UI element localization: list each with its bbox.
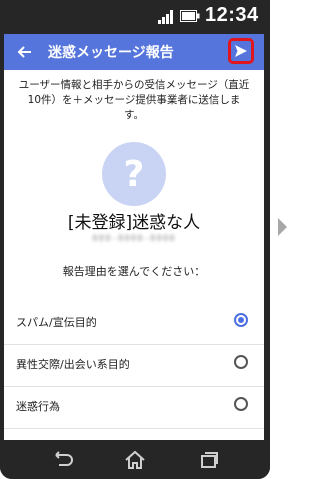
radio-button[interactable] (234, 355, 248, 369)
unknown-contact-icon: ? (123, 153, 145, 195)
app-screen: 迷惑メッセージ報告 ユーザー情報と相手からの受信メッセージ（直近10件）を＋メッ… (4, 34, 264, 440)
phone-frame: 12:34 迷惑メッセージ報告 ユーザー情報と相手からの受信メッセージ（直近10… (0, 0, 270, 479)
recent-apps-icon[interactable] (196, 449, 220, 471)
contact-name: [未登録]迷惑な人 (67, 213, 201, 233)
contact-number: 080-0000-0000 (92, 234, 176, 244)
app-bar: 迷惑メッセージ報告 (4, 34, 264, 70)
reason-prompt: 報告理由を選んでください： (62, 265, 206, 278)
option-label: 異性交際/出会い系目的 (16, 358, 130, 371)
navigation-bar (0, 440, 270, 479)
option-harassment[interactable]: 迷惑行為 (4, 387, 264, 429)
back-button[interactable] (12, 40, 36, 64)
reason-options: スパム/宣伝目的 異性交際/出会い系目的 迷惑行為 (4, 303, 264, 429)
next-step-arrow-icon (278, 218, 287, 236)
option-spam[interactable]: スパム/宣伝目的 (4, 303, 264, 345)
arrow-left-icon (17, 46, 31, 58)
send-icon (235, 45, 247, 57)
option-label: スパム/宣伝目的 (16, 316, 97, 329)
status-clock: 12:34 (205, 4, 259, 26)
option-dating[interactable]: 異性交際/出会い系目的 (4, 345, 264, 387)
home-icon[interactable] (123, 449, 147, 471)
page-title: 迷惑メッセージ報告 (48, 45, 174, 61)
battery-icon (180, 10, 200, 22)
back-icon[interactable] (50, 449, 74, 471)
radio-button-checked[interactable] (234, 313, 248, 327)
report-description: ユーザー情報と相手からの受信メッセージ（直近10件）を＋メッセージ提供事業者に送… (18, 79, 250, 121)
option-label: 迷惑行為 (16, 400, 60, 413)
send-button[interactable] (228, 38, 254, 64)
signal-icon (158, 10, 173, 24)
status-bar: 12:34 (0, 0, 270, 34)
avatar: ? (102, 142, 166, 206)
radio-button[interactable] (234, 397, 248, 411)
